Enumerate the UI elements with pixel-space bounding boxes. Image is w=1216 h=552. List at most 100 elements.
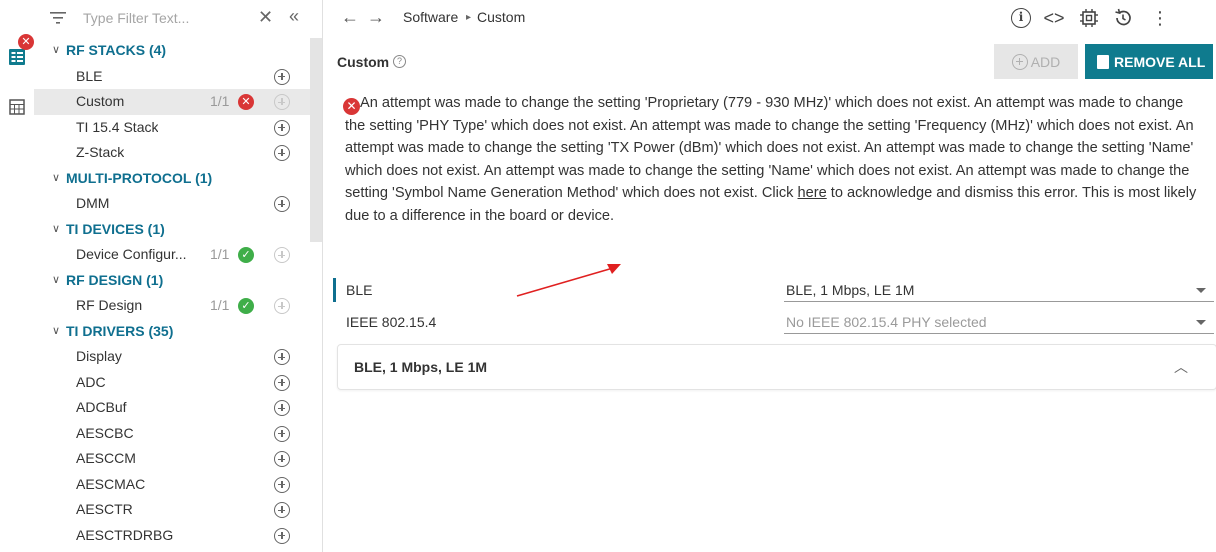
tree-category[interactable]: ∨ MULTI-PROTOCOL (1) xyxy=(34,166,310,192)
tree-item[interactable]: DMM xyxy=(34,191,310,217)
tree-item-label: RF Design xyxy=(76,297,143,313)
breadcrumb-custom: Custom xyxy=(477,9,526,25)
ieee-phy-select[interactable]: No IEEE 802.15.4 PHY selected xyxy=(784,312,1214,334)
ok-status-icon: ✓ xyxy=(238,298,254,314)
category-label: TI DRIVERS (35) xyxy=(66,322,174,339)
add-instance-icon[interactable] xyxy=(274,119,290,136)
tree-item[interactable]: BLE xyxy=(34,64,310,90)
tree-item-label: AESCCM xyxy=(76,450,136,466)
module-sidebar: ✕ « ∨ RF STACKS (4) BLE Custom 1/1 ✕ TI 15.4 S… xyxy=(34,0,322,552)
tree-item[interactable]: ADCBuf xyxy=(34,395,310,421)
ok-status-icon: ✓ xyxy=(238,247,254,263)
module-panel: Custom ? ADD REMOVE ALL ✕ An attempt was … xyxy=(323,38,1216,552)
add-instance-icon[interactable] xyxy=(274,247,290,263)
add-instance-icon[interactable] xyxy=(274,527,290,544)
tree-item[interactable]: Display xyxy=(34,344,310,370)
info-icon[interactable]: i xyxy=(1011,8,1031,28)
more-options-icon[interactable]: ⋮ xyxy=(1149,7,1171,29)
add-instance-icon[interactable] xyxy=(274,425,290,442)
tree-item[interactable]: AESCBC xyxy=(34,421,310,447)
category-label: TI DEVICES (1) xyxy=(66,220,165,237)
tree-item[interactable]: TI 15.4 Stack xyxy=(34,115,310,141)
add-circle-icon xyxy=(1011,53,1028,70)
filter-input[interactable] xyxy=(83,8,243,28)
tree-item[interactable]: AESCTR xyxy=(34,497,310,523)
tree-item[interactable]: Custom 1/1 ✕ xyxy=(34,89,310,115)
ble-phy-select[interactable]: BLE, 1 Mbps, LE 1M xyxy=(784,280,1214,302)
top-bar: ← → Software ▸ Custom i <> ⋮ xyxy=(323,0,1216,38)
dropdown-caret-icon xyxy=(1196,320,1206,325)
tree-item[interactable]: Device Configur... 1/1 ✓ xyxy=(34,242,310,268)
add-instance-icon[interactable] xyxy=(274,451,290,467)
tree-item[interactable]: AESCMAC xyxy=(34,472,310,498)
back-arrow-icon[interactable]: ← xyxy=(341,7,359,27)
tree-item-label: AESCMAC xyxy=(76,475,146,492)
remove-all-button[interactable]: REMOVE ALL xyxy=(1085,44,1213,79)
tree-item[interactable]: ADC xyxy=(34,370,310,396)
breadcrumb-software[interactable]: Software xyxy=(403,9,458,25)
clear-filter-icon[interactable]: ✕ xyxy=(258,7,273,27)
chevron-down-icon[interactable]: ∨ xyxy=(52,319,60,345)
add-instance-icon[interactable] xyxy=(274,196,290,212)
tree-item-label: DMM xyxy=(76,195,110,211)
property-row-ieee: IEEE 802.15.4 No IEEE 802.15.4 PHY selec… xyxy=(333,310,1214,334)
add-instance-icon[interactable] xyxy=(274,298,290,314)
error-icon: ✕ xyxy=(343,98,360,115)
forward-arrow-icon[interactable]: → xyxy=(367,7,385,27)
tree-item-label: Display xyxy=(76,348,122,364)
collapse-sidebar-icon[interactable]: « xyxy=(289,6,299,26)
category-label: MULTI-PROTOCOL (1) xyxy=(66,169,213,186)
phy-accordion[interactable]: BLE, 1 Mbps, LE 1M ︿ xyxy=(337,344,1216,390)
add-instance-icon[interactable] xyxy=(274,502,290,518)
chevron-down-icon[interactable]: ∨ xyxy=(52,38,60,64)
add-instance-icon[interactable] xyxy=(274,374,290,391)
remove-all-label: REMOVE ALL xyxy=(1114,53,1206,70)
dismiss-error-link[interactable]: here xyxy=(798,185,827,201)
chevron-up-icon[interactable]: ︿ xyxy=(1174,357,1188,377)
help-icon[interactable]: ? xyxy=(393,55,406,68)
tree-item[interactable]: AESCTRDRBG xyxy=(34,523,310,549)
tree-item-label: AESCTRDRBG xyxy=(76,526,174,543)
tree-item[interactable]: AESCCM xyxy=(34,446,310,472)
add-instance-icon[interactable] xyxy=(274,476,290,493)
tree-item-label: Custom xyxy=(76,93,125,109)
instance-count: 1/1 xyxy=(210,297,230,313)
property-row-ble: BLE BLE, 1 Mbps, LE 1M xyxy=(333,278,1214,302)
tree-category[interactable]: ∨ TI DRIVERS (35) xyxy=(34,319,310,345)
add-instance-icon[interactable] xyxy=(274,349,290,365)
sidebar-scrollbar[interactable] xyxy=(310,38,322,242)
tree-item[interactable]: Z-Stack xyxy=(34,140,310,166)
software-view-icon[interactable] xyxy=(8,48,26,66)
add-instance-icon[interactable] xyxy=(274,400,290,416)
add-instance-icon[interactable] xyxy=(274,145,290,161)
add-button[interactable]: ADD xyxy=(994,44,1078,79)
category-label: RF DESIGN (1) xyxy=(66,271,164,288)
panel-title: Custom xyxy=(337,54,390,70)
tree-category[interactable]: ∨ RF DESIGN (1) xyxy=(34,268,310,294)
tree-item[interactable]: RF Design 1/1 ✓ xyxy=(34,293,310,319)
error-badge: ✕ xyxy=(18,34,34,50)
active-indicator xyxy=(333,278,336,302)
add-instance-icon[interactable] xyxy=(274,68,290,85)
tree-item-label: TI 15.4 Stack xyxy=(76,118,159,135)
tree-category[interactable]: ∨ RF STACKS (4) xyxy=(34,38,310,64)
breadcrumb-separator-icon: ▸ xyxy=(466,12,472,23)
hardware-view-icon[interactable] xyxy=(8,98,26,116)
dropdown-caret-icon xyxy=(1196,288,1206,293)
tree-category[interactable]: ∨ TI DEVICES (1) xyxy=(34,217,310,243)
chip-icon[interactable] xyxy=(1078,7,1100,29)
chevron-down-icon[interactable]: ∨ xyxy=(52,268,60,294)
instance-count: 1/1 xyxy=(210,93,230,109)
category-label: RF STACKS (4) xyxy=(66,42,167,58)
filter-bar: ✕ « xyxy=(34,0,322,38)
add-instance-icon[interactable] xyxy=(274,94,290,110)
activity-rail: ✕ xyxy=(0,0,34,552)
code-view-icon[interactable]: <> xyxy=(1043,7,1065,29)
history-icon[interactable] xyxy=(1112,7,1134,29)
accordion-title: BLE, 1 Mbps, LE 1M xyxy=(354,359,488,375)
tree-item-label: BLE xyxy=(76,67,103,84)
tree-item-label: Device Configur... xyxy=(76,246,187,262)
chevron-down-icon[interactable]: ∨ xyxy=(52,217,60,243)
error-status-icon: ✕ xyxy=(238,94,254,110)
chevron-down-icon[interactable]: ∨ xyxy=(52,166,60,192)
